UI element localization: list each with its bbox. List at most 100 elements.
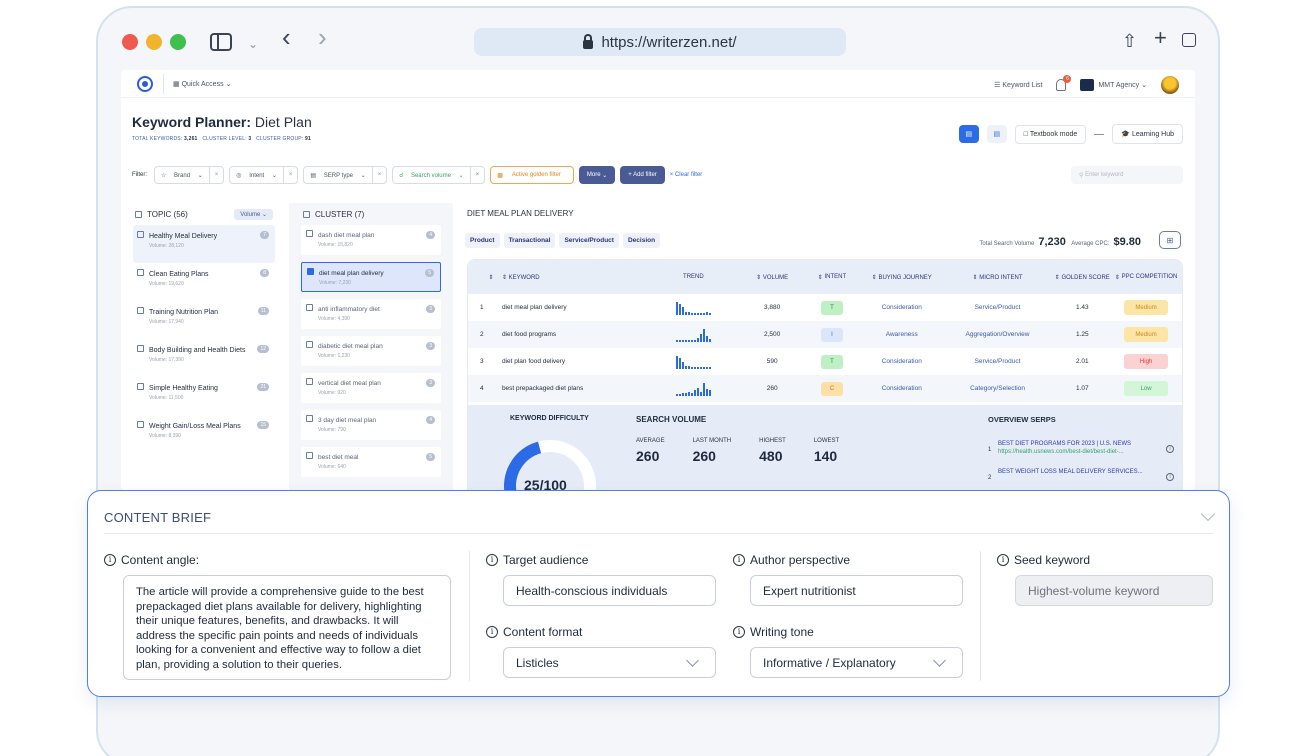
info-icon[interactable]: i (733, 554, 745, 566)
toggle-icon[interactable] (1094, 133, 1105, 135)
serp-type-filter[interactable]: ▤ SERP type ⌄ × (303, 166, 388, 184)
topic-item[interactable]: Simple Healthy Eating Volume: 11,500 21 (133, 377, 275, 415)
table-row[interactable]: 1 diet meal plan delivery 3,880 T Considerat… (468, 294, 1182, 321)
column-golden-score[interactable]: ⇕ GOLDEN SCORE (1054, 274, 1110, 281)
topic-item[interactable]: Weight Gain/Loss Meal Plans Volume: 8,390… (133, 415, 275, 453)
column-buying-journey[interactable]: ⇕ BUYING JOURNEY (863, 274, 941, 281)
learning-hub-button[interactable]: 🎓 Learning Hub (1112, 124, 1183, 144)
keyword-cell[interactable]: best prepackaged diet plans (502, 385, 644, 392)
keyword-search-input[interactable]: ⚲ Enter keyword (1071, 166, 1183, 184)
keyword-cell[interactable]: diet food programs (502, 331, 644, 338)
serp-title[interactable]: BEST DIET PROGRAMS FOR 2023 | U.S. NEWS (998, 441, 1178, 447)
serp-item[interactable]: 1 BEST DIET PROGRAMS FOR 2023 | U.S. NEWS… (988, 441, 1178, 455)
target-audience-input[interactable]: Health-conscious individuals (503, 575, 716, 606)
cluster-item[interactable]: vertical diet meal plan Volume: 920 3 (301, 373, 441, 403)
close-window-button[interactable] (122, 34, 138, 50)
info-icon[interactable]: i (997, 554, 1009, 566)
chevron-down-icon[interactable] (1200, 506, 1216, 522)
author-perspective-input[interactable]: Expert nutritionist (750, 575, 963, 606)
info-icon[interactable]: i (486, 554, 498, 566)
cluster-checkbox[interactable] (306, 341, 313, 348)
table-row[interactable]: 3 diet plan food delivery 590 T Consideratio… (468, 348, 1182, 375)
topic-checkbox[interactable] (137, 345, 144, 352)
share-icon[interactable]: ⇧ (1122, 30, 1137, 52)
select-all-checkbox[interactable] (135, 210, 142, 218)
table-row[interactable]: 2 diet food programs 2,500 I Awareness Aggreg… (468, 321, 1182, 348)
writing-tone-select[interactable]: Informative / Explanatory (750, 647, 963, 678)
cluster-item[interactable]: 3 day diet meal plan Volume: 790 4 (301, 410, 441, 440)
info-icon[interactable]: i (733, 626, 745, 638)
column-keyword[interactable]: ⇕ KEYWORD (502, 274, 644, 281)
topic-item[interactable]: Clean Eating Plans Volume: 19,620 8 (133, 263, 275, 301)
chevron-down-icon[interactable]: ⌄ (248, 33, 258, 55)
topic-checkbox[interactable] (137, 269, 144, 276)
forward-arrow-icon[interactable]: › (318, 24, 327, 50)
topic-item[interactable]: Healthy Meal Delivery Volume: 28,120 7 (133, 225, 275, 263)
tabs-overview-icon[interactable] (1182, 33, 1196, 47)
info-icon[interactable]: i (1166, 473, 1174, 481)
topic-checkbox[interactable] (137, 421, 144, 428)
info-icon[interactable]: i (104, 554, 116, 566)
golden-filter-button[interactable]: ▩ Active golden filter (490, 166, 574, 184)
topic-checkbox[interactable] (137, 231, 144, 238)
sidebar-toggle-icon[interactable] (210, 33, 232, 51)
column-intent[interactable]: ⇕ INTENT (801, 274, 863, 281)
cluster-checkbox[interactable] (306, 452, 313, 459)
maximize-window-button[interactable] (170, 34, 186, 50)
cluster-checkbox[interactable] (307, 268, 314, 275)
intent-filter[interactable]: ◎ Intent ⌄ × (229, 166, 299, 184)
cluster-item[interactable]: anti inflammatory diet Volume: 4,390 3 (301, 299, 441, 329)
cluster-checkbox[interactable] (306, 304, 313, 311)
cluster-checkbox[interactable] (306, 378, 313, 385)
list-view-icon[interactable]: ▤ (958, 125, 979, 143)
cluster-item[interactable]: diet meal plan delivery Volume: 7,230 5 (301, 262, 441, 292)
info-icon[interactable]: i (486, 626, 498, 638)
topic-checkbox[interactable] (137, 307, 144, 314)
minimize-window-button[interactable] (146, 34, 162, 50)
add-filter-button[interactable]: + Add filter (620, 166, 665, 184)
grid-icon[interactable]: ⊞ (1159, 231, 1181, 249)
close-icon[interactable]: × (469, 167, 485, 183)
bell-icon[interactable]: 6 (1056, 75, 1072, 91)
cluster-item[interactable]: diabetic diet meal plan Volume: 1,230 3 (301, 336, 441, 366)
keyword-cell[interactable]: diet meal plan delivery (502, 304, 644, 311)
topic-checkbox[interactable] (137, 383, 144, 390)
close-icon[interactable]: × (371, 167, 387, 183)
back-arrow-icon[interactable]: ‹ (282, 24, 291, 50)
keyword-list-button[interactable]: ☰ Keyword List (994, 81, 1042, 89)
topic-item[interactable]: Body Building and Health Diets Volume: 17… (133, 339, 275, 377)
brand-filter[interactable]: ☆ Brand ⌄ × (154, 166, 225, 184)
cluster-checkbox[interactable] (306, 415, 313, 422)
info-icon[interactable]: i (1166, 445, 1174, 453)
textbook-mode-button[interactable]: □ Textbook mode (1014, 124, 1087, 144)
cluster-checkbox[interactable] (306, 230, 313, 237)
close-icon[interactable]: × (282, 167, 298, 183)
column-volume[interactable]: ⇕ VOLUME (743, 274, 801, 281)
content-angle-textarea[interactable]: The article will provide a comprehensive… (123, 575, 451, 680)
sort-volume-select[interactable]: Volume ⌄ (234, 208, 273, 220)
content-format-select[interactable]: Listicles (503, 647, 716, 678)
search-volume-filter[interactable]: ☌ Search volume ⌄ × (392, 166, 486, 184)
sort-icon[interactable]: ⇕ (468, 274, 502, 281)
address-bar[interactable]: https://writerzen.net/ (474, 28, 846, 56)
more-filters-button[interactable]: More ⌄ (578, 166, 616, 184)
serp-item[interactable]: 2 BEST WEIGHT LOSS MEAL DELIVERY SERVICES… (988, 469, 1178, 481)
clear-filter-link[interactable]: × Clear filter (670, 172, 703, 178)
trend-bar (702, 328, 705, 342)
keyword-cell[interactable]: diet plan food delivery (502, 358, 644, 365)
close-icon[interactable]: × (208, 167, 224, 183)
avatar[interactable] (1161, 76, 1179, 94)
serp-title[interactable]: BEST WEIGHT LOSS MEAL DELIVERY SERVICES.… (998, 469, 1178, 475)
quick-access-menu[interactable]: ▦ Quick Access ⌄ (173, 80, 231, 88)
table-row[interactable]: 4 best prepackaged diet plans 260 C Consider… (468, 375, 1182, 402)
cluster-item[interactable]: best diet meal Volume: 640 5 (301, 447, 441, 477)
topic-item[interactable]: Training Nutrition Plan Volume: 17,940 11 (133, 301, 275, 339)
agency-switcher[interactable]: MMT Agency ⌄ (1080, 79, 1147, 91)
cluster-item[interactable]: dash diet meal plan Volume: 15,820 4 (301, 225, 441, 255)
writerzen-logo-icon[interactable] (137, 76, 153, 92)
new-tab-icon[interactable]: + (1154, 27, 1167, 49)
column-micro-intent[interactable]: ⇕ MICRO INTENT (941, 274, 1055, 281)
column-ppc-competition[interactable]: ⇕ PPC COMPETITION (1110, 274, 1182, 281)
table-view-icon[interactable]: ▤ (986, 125, 1007, 143)
select-all-clusters-checkbox[interactable] (303, 210, 310, 218)
